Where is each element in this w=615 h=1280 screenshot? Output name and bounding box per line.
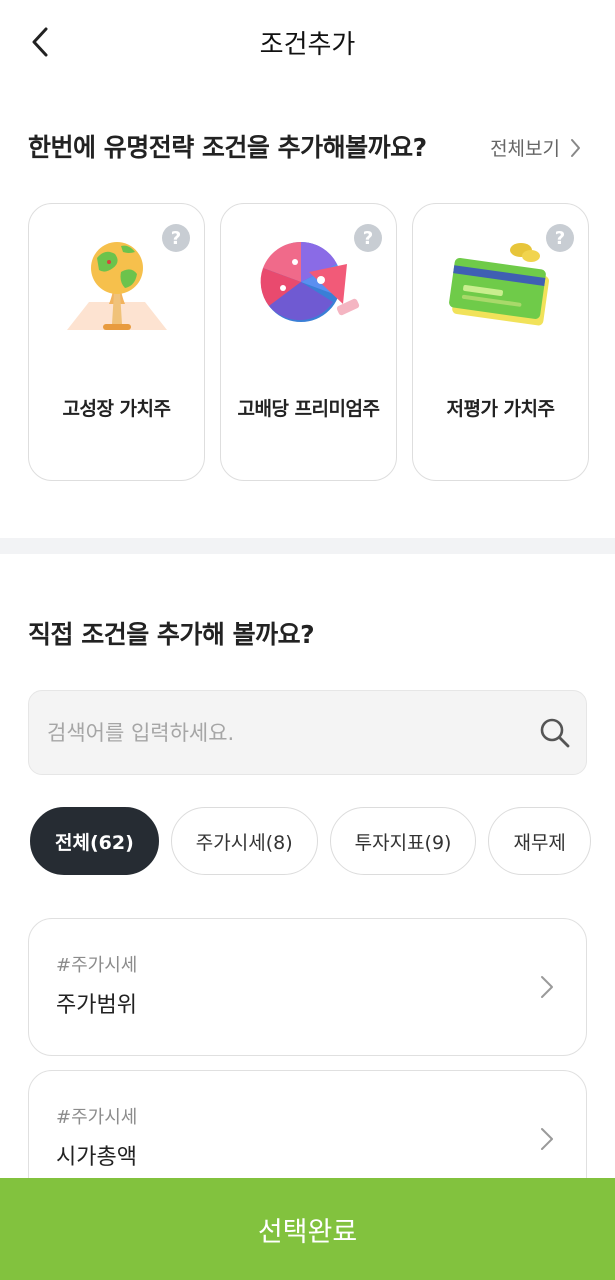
credit-card-icon <box>449 243 549 326</box>
item-name: 시가총액 <box>56 1145 137 1170</box>
strategy-card-label: 고배당 프리미엄주 <box>237 398 380 420</box>
chip-invest-index[interactable]: 투자지표(9) <box>329 807 477 875</box>
strategy-cards: ? 고성장 가치주 ? 고배당 프리미엄주 ? 저평가 가치주 <box>28 203 589 481</box>
search-icon[interactable] <box>538 716 572 750</box>
category-chips: 전체(62) 주가시세(8) 투자지표(9) 재무제 <box>30 807 592 877</box>
chip-price[interactable]: 주가시세(8) <box>170 807 318 875</box>
header: 조건추가 <box>0 0 615 82</box>
chevron-right-icon <box>541 976 553 998</box>
item-tag: #주가시세 <box>56 955 138 976</box>
condition-list: #주가시세 주가범위 #주가시세 시가총액 <box>28 918 587 1222</box>
chevron-right-icon <box>571 138 580 157</box>
page-title: 조건추가 <box>259 30 356 60</box>
direct-condition-title: 직접 조건을 추가해 볼까요? <box>28 620 315 649</box>
view-all-link[interactable]: 전체보기 <box>490 134 581 161</box>
strategy-card-label: 저평가 가치주 <box>446 398 556 420</box>
screen: 조건추가 한번에 유명전략 조건을 추가해볼까요? 전체보기 ? 고성장 가치주 <box>0 0 615 1280</box>
chevron-right-icon <box>541 1128 553 1150</box>
section-divider <box>0 538 615 554</box>
item-name: 주가범위 <box>56 993 137 1018</box>
view-all-label: 전체보기 <box>490 138 560 160</box>
famous-strategy-title: 한번에 유명전략 조건을 추가해볼까요? <box>28 133 427 162</box>
confirm-button[interactable]: 선택완료 <box>0 1178 615 1280</box>
strategy-card-label: 고성장 가치주 <box>62 398 172 420</box>
search-input[interactable] <box>47 691 527 774</box>
strategy-card-high-growth[interactable]: ? 고성장 가치주 <box>28 203 205 481</box>
pie-chart-icon <box>260 241 360 322</box>
item-tag: #주가시세 <box>56 1107 138 1128</box>
globe-icon <box>67 242 167 330</box>
list-item[interactable]: #주가시세 주가범위 <box>28 918 587 1056</box>
strategy-card-high-dividend[interactable]: ? 고배당 프리미엄주 <box>220 203 397 481</box>
chip-all[interactable]: 전체(62) <box>30 807 159 875</box>
chip-finance[interactable]: 재무제 <box>488 807 591 875</box>
search-box <box>28 690 587 775</box>
strategy-card-undervalued[interactable]: ? 저평가 가치주 <box>412 203 589 481</box>
